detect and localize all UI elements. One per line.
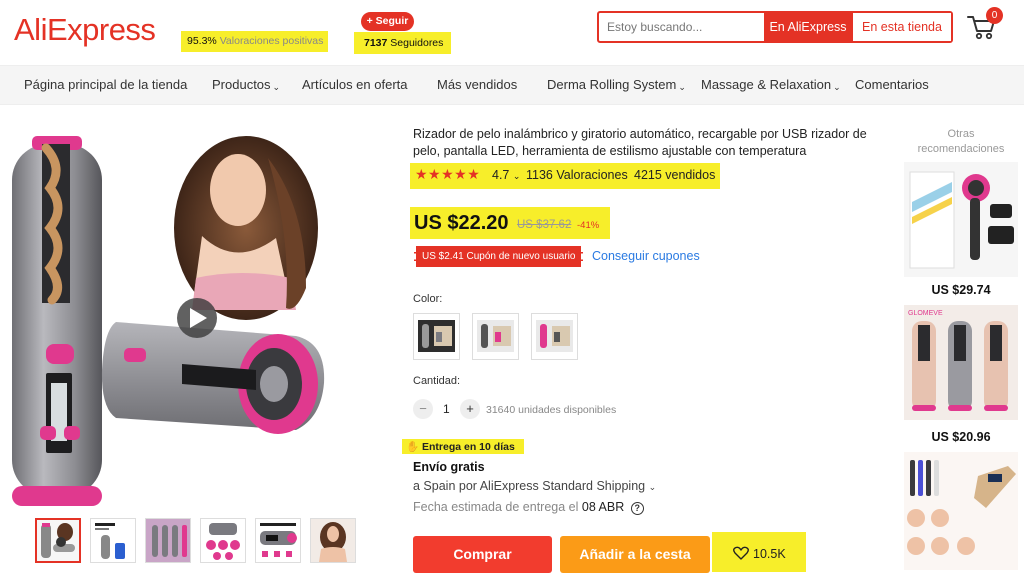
- color-option-2[interactable]: [472, 313, 519, 360]
- recommendations-title: Otras recomendaciones: [917, 128, 1005, 155]
- rating-number: 4.7: [492, 168, 510, 182]
- nav-label: Massage & Relaxation: [701, 77, 832, 92]
- nav-derma-rolling[interactable]: Derma Rolling System ⌄: [547, 66, 686, 106]
- rating-stars-icon: ★★★★★: [415, 166, 481, 182]
- new-user-coupon[interactable]: US $2.41 Cupón de nuevo usuario: [414, 246, 584, 267]
- aliexpress-logo[interactable]: AliExpress: [14, 12, 156, 48]
- chevron-down-icon: ⌄: [648, 482, 657, 492]
- store-positive-ratings: 95.3% Valoraciones positivas: [181, 31, 328, 52]
- nav-label: Derma Rolling System: [547, 77, 677, 92]
- quantity-decrease-button[interactable]: −: [413, 399, 433, 419]
- color-option-1[interactable]: [413, 313, 460, 360]
- available-units: 31640 unidades disponibles: [486, 404, 617, 416]
- rating-value[interactable]: 4.7 ⌄: [492, 168, 520, 182]
- curler-horizontal: [101, 322, 325, 434]
- wishlist-button[interactable]: 10.5K: [723, 537, 801, 572]
- free-shipping-title: Envío gratis: [413, 460, 485, 474]
- store-followers: 7137 Seguidores: [354, 32, 451, 54]
- quantity-value[interactable]: 1: [443, 402, 450, 416]
- nav-sale-items[interactable]: Artículos en oferta: [302, 66, 408, 106]
- recommendation-price-2[interactable]: US $20.96: [904, 430, 1018, 444]
- clap-hands-icon: ✋: [406, 441, 420, 453]
- cart-count-badge: 0: [986, 7, 1003, 24]
- quantity-increase-button[interactable]: +: [460, 399, 480, 419]
- thumbnail-1[interactable]: [35, 518, 81, 563]
- search-bar: En AliExpress En esta tienda: [597, 11, 953, 43]
- get-coupons-link[interactable]: Conseguir cupones: [592, 249, 700, 263]
- thumbnail-4[interactable]: [200, 518, 246, 563]
- chevron-down-icon: ⌄: [272, 82, 281, 92]
- video-play-icon[interactable]: [177, 298, 217, 338]
- followers-value: 7137: [364, 37, 388, 49]
- nav-products[interactable]: Productos ⌄: [212, 66, 280, 106]
- curler-vertical: [12, 136, 102, 506]
- nav-reviews[interactable]: Comentarios: [855, 66, 929, 106]
- shipping-destination-text: a Spain por AliExpress Standard Shipping: [413, 479, 646, 493]
- search-store-button[interactable]: En esta tienda: [852, 13, 951, 41]
- recommendation-image-2[interactable]: GLOMEVE: [904, 305, 1018, 420]
- nav-massage-relaxation[interactable]: Massage & Relaxation ⌄: [701, 66, 841, 106]
- nav-label: Productos: [212, 77, 271, 92]
- model-portrait: [174, 136, 318, 320]
- brand-mark: GLOMEVE: [908, 310, 943, 317]
- nav-label: Más vendidos: [437, 77, 518, 92]
- color-label: Color:: [413, 293, 443, 305]
- reviews-count[interactable]: 1136 Valoraciones: [526, 168, 628, 182]
- quantity-label: Cantidad:: [413, 375, 461, 387]
- positive-ratings-label: Valoraciones positivas: [219, 35, 324, 47]
- color-option-3[interactable]: [531, 313, 578, 360]
- nav-label: Página principal de la tienda: [24, 77, 188, 92]
- chevron-down-icon: ⌄: [512, 171, 521, 181]
- search-input[interactable]: [607, 13, 757, 41]
- recommendation-price-1[interactable]: US $29.74: [904, 283, 1018, 297]
- recommendation-image-3[interactable]: [904, 452, 1018, 570]
- delivery-date-label: Fecha estimada de entrega el: [413, 500, 579, 514]
- product-main-image[interactable]: [6, 118, 366, 510]
- nav-label: Artículos en oferta: [302, 77, 408, 92]
- buy-now-button[interactable]: Comprar: [413, 536, 552, 573]
- nav-best-sellers[interactable]: Más vendidos: [437, 66, 517, 106]
- wishlist-count: 10.5K: [753, 547, 786, 561]
- nav-label: Comentarios: [855, 77, 929, 92]
- add-to-cart-button[interactable]: Añadir a la cesta: [560, 536, 710, 573]
- product-title: Rizador de pelo inalámbrico y giratorio …: [413, 127, 867, 158]
- store-nav-bar: Página principal de la tienda Productos ⌄…: [0, 65, 1024, 105]
- recommendation-image-1[interactable]: [904, 162, 1018, 277]
- delivery-badge: ✋ Entrega en 10 días: [406, 440, 515, 453]
- followers-label: Seguidores: [390, 37, 444, 49]
- estimated-delivery: Fecha estimada de entrega el 08 ABR ?: [413, 500, 644, 515]
- shipping-destination[interactable]: a Spain por AliExpress Standard Shipping…: [413, 479, 656, 493]
- thumbnail-2[interactable]: [90, 518, 136, 563]
- thumbnail-3[interactable]: [145, 518, 191, 563]
- positive-ratings-value: 95.3%: [187, 35, 217, 47]
- sold-count: 4215 vendidos: [634, 168, 716, 182]
- original-price: US $37.62: [517, 219, 572, 231]
- help-icon[interactable]: ?: [630, 502, 644, 515]
- follow-store-button[interactable]: + Seguir: [361, 12, 414, 31]
- chevron-down-icon: ⌄: [678, 82, 686, 92]
- discount-badge: -41%: [577, 220, 600, 231]
- search-aliexpress-button[interactable]: En AliExpress: [764, 13, 852, 41]
- current-price: US $22.20: [414, 212, 509, 234]
- delivery-badge-text: Entrega en 10 días: [422, 441, 515, 453]
- thumbnail-6[interactable]: [310, 518, 356, 563]
- nav-store-home[interactable]: Página principal de la tienda: [24, 66, 187, 106]
- delivery-date: 08 ABR: [581, 500, 625, 514]
- heart-icon: [733, 546, 749, 560]
- chevron-down-icon: ⌄: [833, 82, 841, 92]
- thumbnail-5[interactable]: [255, 518, 301, 563]
